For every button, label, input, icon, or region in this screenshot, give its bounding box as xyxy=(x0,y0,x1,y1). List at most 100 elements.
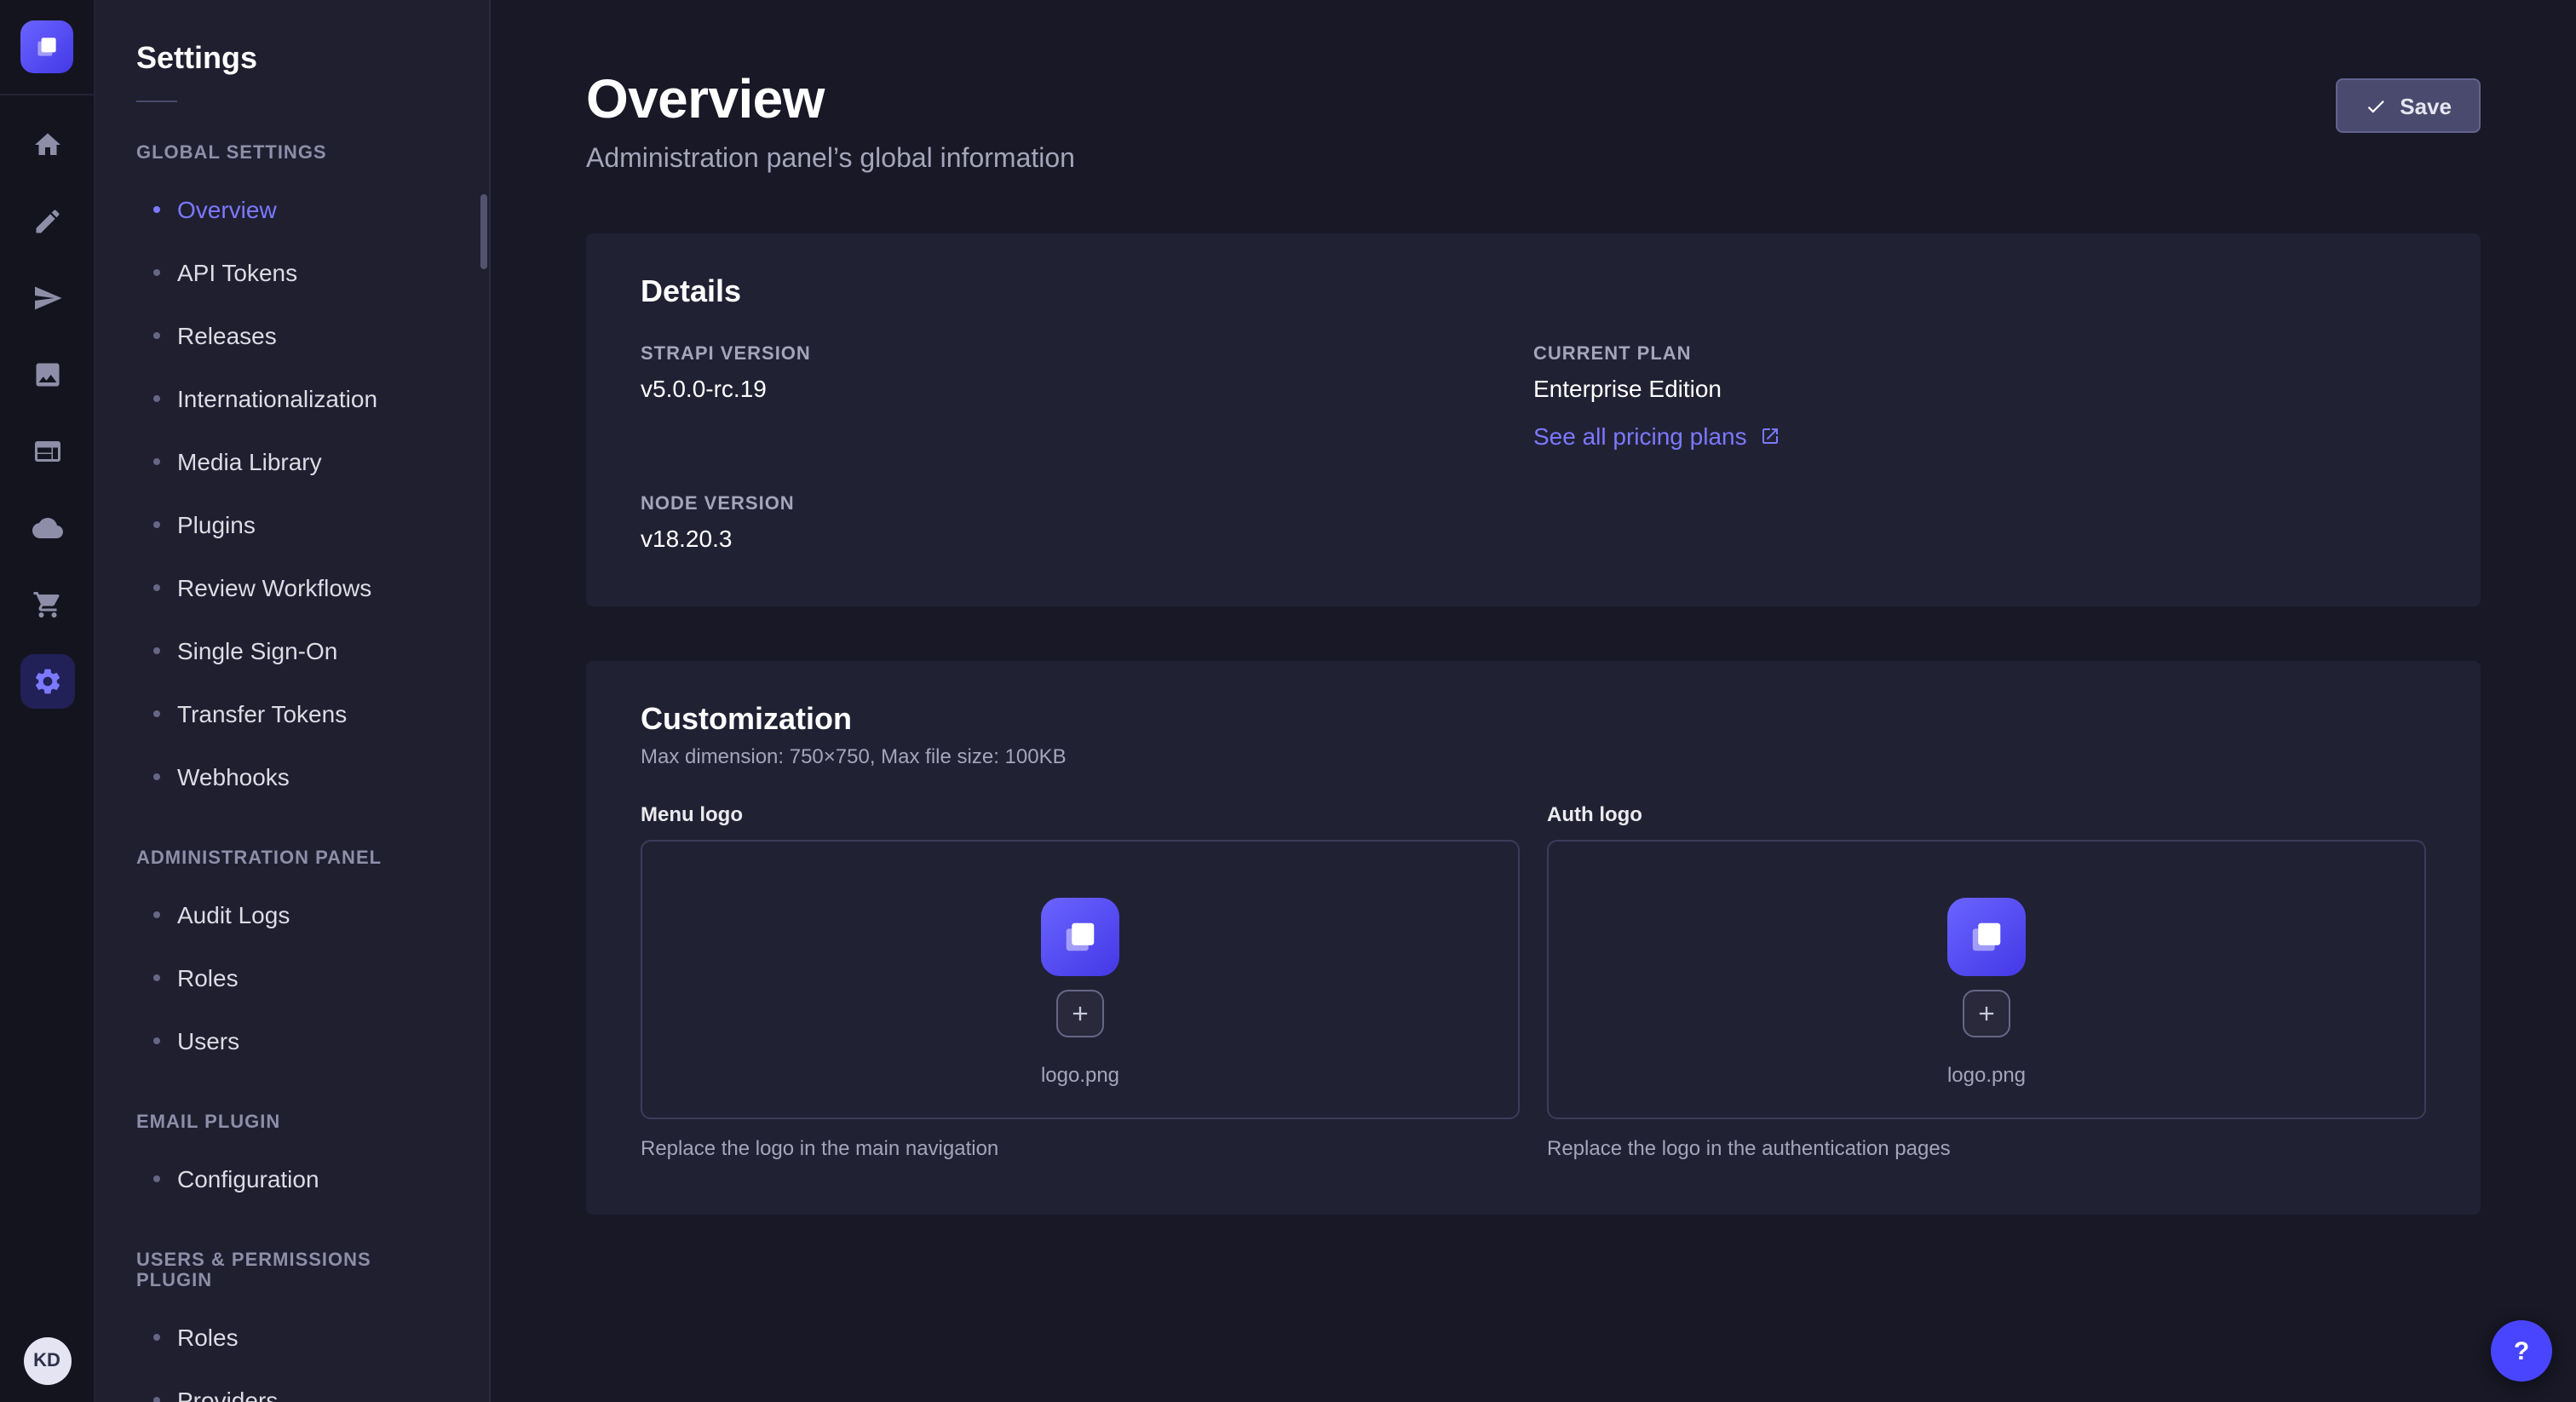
bullet-dot xyxy=(153,520,160,527)
sidebar-item-webhooks[interactable]: Webhooks xyxy=(95,744,489,807)
page-subtitle: Administration panel’s global informatio… xyxy=(586,145,1075,175)
sidebar-item-transfer-tokens[interactable]: Transfer Tokens xyxy=(95,681,489,744)
section-global-settings: GLOBAL SETTINGS Overview API Tokens Rele… xyxy=(95,143,489,807)
sidebar-item-label: Media Library xyxy=(177,447,322,474)
sidebar-item-api-tokens[interactable]: API Tokens xyxy=(95,240,489,303)
paper-plane-icon xyxy=(32,283,62,313)
sidebar-item-label: Users xyxy=(177,1026,239,1054)
sidebar-item-label: Single Sign-On xyxy=(177,636,337,664)
bullet-dot xyxy=(153,1396,160,1402)
sidebar-scrollbar-thumb[interactable] xyxy=(480,194,487,269)
sidebar-item-up-roles[interactable]: Roles xyxy=(95,1305,489,1368)
menu-logo-dropzone[interactable]: logo.png xyxy=(641,840,1520,1119)
menu-logo-add-button[interactable] xyxy=(1056,991,1104,1038)
section-users-permissions-plugin: USERS & PERMISSIONS PLUGIN Roles Provide… xyxy=(95,1250,489,1402)
sidebar-item-plugins[interactable]: Plugins xyxy=(95,492,489,555)
sidebar-item-single-sign-on[interactable]: Single Sign-On xyxy=(95,618,489,681)
auth-logo-dropzone[interactable]: logo.png xyxy=(1547,840,2426,1119)
help-button[interactable]: ? xyxy=(2491,1320,2552,1382)
nav-marketplace[interactable] xyxy=(20,577,74,632)
settings-gear-icon xyxy=(32,666,62,697)
sidebar-item-media-library[interactable]: Media Library xyxy=(95,429,489,492)
nav-releases[interactable] xyxy=(20,271,74,325)
bullet-dot xyxy=(153,710,160,716)
main-navbar: KD xyxy=(0,0,95,1402)
customization-card-subtitle: Max dimension: 750×750, Max file size: 1… xyxy=(641,744,2426,768)
plus-icon xyxy=(1068,1003,1092,1026)
bullet-dot xyxy=(153,974,160,980)
sidebar-item-label: Webhooks xyxy=(177,762,290,790)
user-avatar[interactable]: KD xyxy=(23,1337,71,1385)
details-card: Details STRAPI VERSION v5.0.0-rc.19 CURR… xyxy=(586,233,2481,606)
save-button[interactable]: Save xyxy=(2335,78,2481,133)
nav-list: Roles Providers xyxy=(95,1305,489,1402)
main-nav-icons xyxy=(20,118,74,709)
sidebar-item-label: Roles xyxy=(177,1323,239,1350)
field-value: Enterprise Edition xyxy=(1533,375,2426,402)
customization-card: Customization Max dimension: 750×750, Ma… xyxy=(586,661,2481,1215)
bullet-dot xyxy=(153,911,160,917)
auth-logo-preview xyxy=(1947,899,2026,977)
strapi-logo[interactable] xyxy=(20,20,73,73)
plus-icon xyxy=(1975,1003,1998,1026)
sidebar-item-label: Providers xyxy=(177,1386,278,1402)
media-library-icon xyxy=(32,359,62,390)
menu-logo-filename: logo.png xyxy=(1041,1064,1119,1088)
bullet-dot xyxy=(153,394,160,401)
home-icon xyxy=(32,129,62,160)
details-grid: STRAPI VERSION v5.0.0-rc.19 CURRENT PLAN… xyxy=(641,344,2426,552)
nav-settings[interactable] xyxy=(20,654,74,709)
menu-logo-caption: Replace the logo in the main navigation xyxy=(641,1136,1520,1160)
nav-list: Configuration xyxy=(95,1146,489,1210)
menu-logo-label: Menu logo xyxy=(641,802,1520,826)
page-title: Overview xyxy=(586,68,1075,131)
section-heading: ADMINISTRATION PANEL xyxy=(95,848,489,869)
nav-content-type-builder[interactable] xyxy=(20,194,74,249)
auth-logo-add-button[interactable] xyxy=(1963,991,2010,1038)
sidebar-item-label: Plugins xyxy=(177,510,256,537)
sidebar-item-label: Roles xyxy=(177,963,239,991)
strapi-logo-icon xyxy=(1964,916,2009,960)
menu-logo-preview xyxy=(1041,899,1119,977)
bullet-dot xyxy=(153,205,160,212)
sidebar-item-overview[interactable]: Overview xyxy=(95,177,489,240)
sidebar-item-users[interactable]: Users xyxy=(95,1008,489,1072)
pricing-plans-link-label: See all pricing plans xyxy=(1533,422,1747,450)
sidebar-item-releases[interactable]: Releases xyxy=(95,303,489,366)
field-node-version: NODE VERSION v18.20.3 xyxy=(641,494,1533,552)
sidebar-item-label: API Tokens xyxy=(177,258,297,285)
field-label: STRAPI VERSION xyxy=(641,344,1533,365)
nav-home[interactable] xyxy=(20,118,74,172)
bullet-dot xyxy=(153,1175,160,1181)
bullet-dot xyxy=(153,583,160,590)
nav-cloud[interactable] xyxy=(20,501,74,555)
sidebar-item-label: Transfer Tokens xyxy=(177,699,347,727)
sidebar-item-email-configuration[interactable]: Configuration xyxy=(95,1146,489,1210)
page-header-text: Overview Administration panel’s global i… xyxy=(586,68,1075,175)
sidebar-item-audit-logs[interactable]: Audit Logs xyxy=(95,882,489,945)
bullet-dot xyxy=(153,457,160,464)
sidebar-item-internationalization[interactable]: Internationalization xyxy=(95,366,489,429)
field-current-plan: CURRENT PLAN Enterprise Edition See all … xyxy=(1533,344,2426,453)
field-strapi-version: STRAPI VERSION v5.0.0-rc.19 xyxy=(641,344,1533,453)
sidebar-item-label: Overview xyxy=(177,195,277,222)
sidebar-item-up-providers[interactable]: Providers xyxy=(95,1368,489,1402)
external-link-icon xyxy=(1761,426,1781,446)
details-card-title: Details xyxy=(641,274,2426,310)
auth-logo-field: Auth logo logo.png Replac xyxy=(1547,802,2426,1160)
pricing-plans-link[interactable]: See all pricing plans xyxy=(1533,422,1781,450)
sidebar-item-review-workflows[interactable]: Review Workflows xyxy=(95,555,489,618)
sidebar-item-label: Releases xyxy=(177,321,277,348)
settings-sidebar-header: Settings xyxy=(95,0,489,102)
question-mark-icon: ? xyxy=(2514,1336,2529,1365)
marketplace-cart-icon xyxy=(32,589,62,620)
section-heading: USERS & PERMISSIONS PLUGIN xyxy=(95,1250,489,1291)
sidebar-item-admin-roles[interactable]: Roles xyxy=(95,945,489,1008)
section-administration-panel: ADMINISTRATION PANEL Audit Logs Roles Us… xyxy=(95,848,489,1072)
navbar-divider xyxy=(0,94,94,95)
section-heading: EMAIL PLUGIN xyxy=(95,1112,489,1133)
nav-content-manager[interactable] xyxy=(20,424,74,479)
sidebar-item-label: Review Workflows xyxy=(177,573,371,600)
nav-media-library[interactable] xyxy=(20,348,74,402)
strapi-admin-app: KD Settings GLOBAL SETTINGS Overview API… xyxy=(0,0,2576,1402)
